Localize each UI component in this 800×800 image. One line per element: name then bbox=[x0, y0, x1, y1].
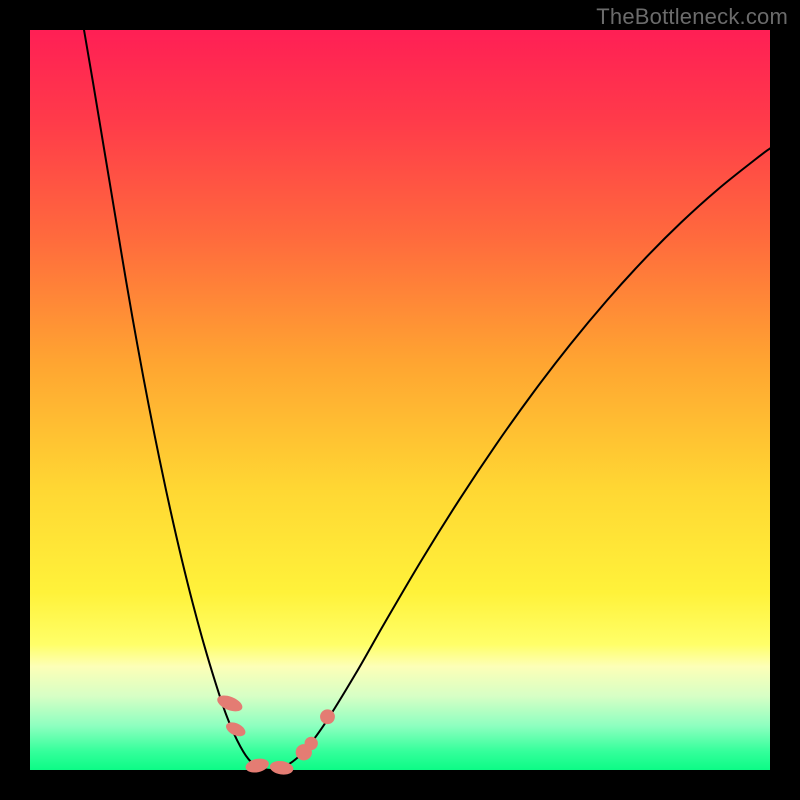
watermark-label: TheBottleneck.com bbox=[596, 4, 788, 30]
plot-background bbox=[30, 30, 770, 770]
bottleneck-chart bbox=[0, 0, 800, 800]
chart-frame: TheBottleneck.com bbox=[0, 0, 800, 800]
marker-dot-6 bbox=[320, 709, 335, 724]
marker-dot-5 bbox=[305, 737, 318, 750]
